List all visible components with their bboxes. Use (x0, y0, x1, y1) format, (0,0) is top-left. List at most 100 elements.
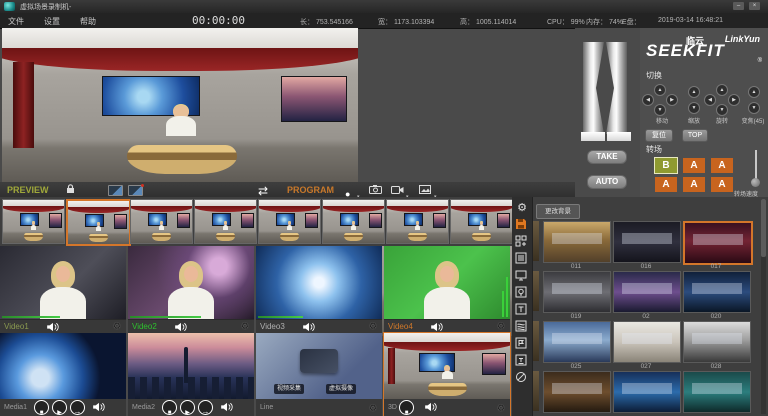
scale-up-button[interactable]: ▲ (688, 86, 700, 98)
gear-icon[interactable] (497, 321, 505, 332)
reset-button[interactable]: 复位 (645, 129, 673, 142)
rotate-down-button[interactable]: ▼ (716, 104, 728, 116)
scene-scrollbar-thumb[interactable] (761, 199, 766, 257)
scene-thumb-02[interactable] (613, 271, 681, 313)
transition-speed-knob[interactable] (751, 178, 760, 187)
close-button[interactable]: × (749, 2, 760, 10)
transition-tile-a1[interactable]: A (683, 158, 705, 173)
scene-thumb-017-selected[interactable] (683, 221, 753, 265)
tbar-fader-right[interactable] (606, 42, 627, 134)
scene-thumb-016[interactable] (613, 221, 681, 263)
move-right-button[interactable]: ▶ (666, 94, 678, 106)
top-button[interactable]: TOP (682, 129, 708, 142)
preview-monitor[interactable] (2, 28, 358, 182)
scene-thumb-019[interactable] (543, 271, 611, 313)
media2-panel[interactable]: Media2 (128, 333, 254, 416)
rotate-right-button[interactable]: ▶ (728, 94, 740, 106)
transition-tile-a4[interactable]: A (683, 177, 705, 192)
transition-tile-b[interactable]: B (655, 158, 677, 173)
tbar-handle-left[interactable] (581, 132, 605, 141)
video1-panel[interactable]: Video1 (0, 246, 126, 333)
scene-thumb-r4b[interactable] (613, 371, 681, 413)
scene-thumb-020[interactable] (683, 271, 751, 313)
angle-thumb-5[interactable] (258, 199, 321, 244)
light-icon[interactable] (515, 286, 529, 300)
transition-tile-a2[interactable]: A (711, 158, 733, 173)
camcorder-icon[interactable] (391, 186, 404, 194)
speaker-icon[interactable] (220, 402, 234, 412)
monitor-icon[interactable] (515, 269, 529, 283)
video1-thumbnail[interactable] (0, 246, 126, 319)
take-button[interactable]: TAKE (587, 150, 627, 164)
speaker-icon[interactable] (46, 322, 60, 332)
scene-thumb-011[interactable] (543, 221, 611, 263)
video3-thumbnail[interactable] (256, 246, 382, 319)
speaker-icon[interactable] (424, 402, 438, 412)
scene-scrollbar[interactable] (761, 199, 766, 414)
subtitle-text-icon[interactable] (515, 354, 529, 368)
gear-icon[interactable] (113, 321, 121, 332)
media2-stop-button[interactable] (162, 400, 177, 415)
scene3d-panel[interactable]: 3D (384, 333, 510, 416)
menu-file[interactable]: 文件 (8, 16, 24, 27)
media2-play-button[interactable] (180, 400, 195, 415)
layers-icon[interactable] (515, 320, 529, 334)
save-icon[interactable] (515, 218, 529, 232)
gear-icon[interactable] (497, 403, 505, 414)
tbar-handle-right[interactable] (607, 132, 631, 141)
angle-thumb-1[interactable] (2, 199, 65, 244)
gear-icon[interactable] (241, 321, 249, 332)
list-icon[interactable] (515, 252, 529, 266)
video-capture-badge[interactable]: 视频采集 (274, 384, 304, 394)
media1-play-button[interactable] (52, 400, 67, 415)
scene-thumb-028[interactable] (683, 321, 751, 363)
video2-panel[interactable]: Video2 (128, 246, 254, 333)
media1-next-button[interactable] (70, 400, 85, 415)
gear-icon[interactable] (369, 403, 377, 414)
brush-icon[interactable] (515, 371, 529, 385)
zoom-in-button[interactable]: ▲ (748, 86, 760, 98)
tbar-fader-left[interactable] (583, 42, 604, 134)
media2-thumbnail[interactable] (128, 333, 254, 399)
angle-thumb-3[interactable] (130, 199, 193, 244)
scene-thumb-027[interactable] (613, 321, 681, 363)
scene-thumb-025[interactable] (543, 321, 611, 363)
video4-panel[interactable]: Video4 (384, 246, 510, 333)
lock-icon[interactable] (66, 184, 75, 194)
line-thumbnail[interactable]: 视频采集 虚拟摄像 (256, 333, 382, 399)
speaker-icon[interactable] (430, 322, 444, 332)
angle-thumb-7[interactable] (386, 199, 449, 244)
angle-thumb-6[interactable] (322, 199, 385, 244)
transition-tile-a3[interactable]: A (655, 177, 677, 192)
scene-a-icon[interactable] (108, 185, 123, 196)
move-up-button[interactable]: ▲ (654, 84, 666, 96)
scene3d-stop-button[interactable] (399, 400, 414, 415)
scene3d-thumbnail[interactable] (384, 333, 510, 399)
media1-panel[interactable]: Media1 (0, 333, 126, 416)
angle-thumb-2-selected[interactable] (66, 199, 131, 246)
zoom-out-button[interactable]: ▼ (748, 102, 760, 114)
rotate-left-button[interactable]: ◀ (704, 94, 716, 106)
image-output-icon[interactable] (419, 185, 431, 194)
angle-thumb-4[interactable] (194, 199, 257, 244)
video3-panel[interactable]: Video3 (256, 246, 382, 333)
menu-help[interactable]: 帮助 (80, 16, 96, 27)
gear-icon[interactable] (369, 321, 377, 332)
line-panel[interactable]: 视频采集 虚拟摄像 Line (256, 333, 382, 416)
scene-thumb-r4a[interactable] (543, 371, 611, 413)
change-background-button[interactable]: 更改背景 (536, 204, 580, 219)
speaker-icon[interactable] (302, 322, 316, 332)
minimize-button[interactable]: – (733, 2, 744, 10)
media1-stop-button[interactable] (34, 400, 49, 415)
auto-button[interactable]: AUTO (587, 175, 627, 189)
angle-thumb-8[interactable] (450, 199, 513, 244)
flag-icon[interactable] (515, 337, 529, 351)
speaker-icon[interactable] (174, 322, 188, 332)
video4-thumbnail[interactable] (384, 246, 510, 319)
scale-down-button[interactable]: ▼ (688, 102, 700, 114)
virtual-camera-badge[interactable]: 虚拟摄像 (326, 384, 356, 394)
title-text-icon[interactable] (515, 303, 529, 317)
rotate-up-button[interactable]: ▲ (716, 84, 728, 96)
speaker-icon[interactable] (92, 402, 106, 412)
video2-thumbnail[interactable] (128, 246, 254, 319)
